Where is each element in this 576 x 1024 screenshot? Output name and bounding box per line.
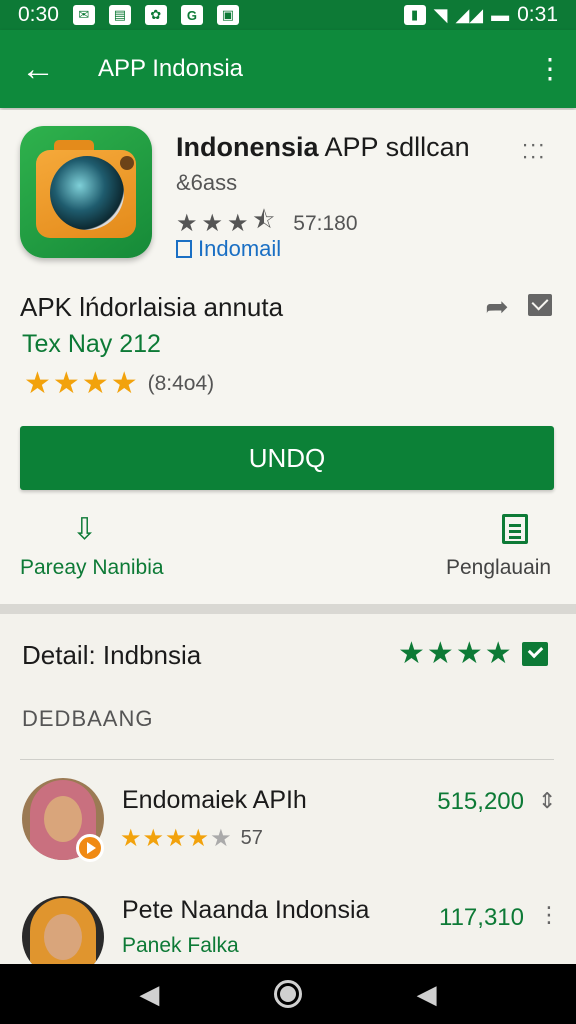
reviewer-rating-count: 57 [240, 827, 263, 849]
document-icon [502, 514, 528, 544]
star-icon: ★ [120, 825, 142, 852]
status-time-right: 0:31 [517, 3, 558, 26]
star-rating: ★ ★ ★ ★ (8:4o4) [24, 366, 214, 401]
star-icon: ★ [484, 637, 512, 670]
wallet-icon: ▤ [108, 5, 131, 25]
developer-name: Indomail [198, 236, 282, 261]
battery-save-icon: ▮ [403, 5, 426, 25]
star-icon: ★ [187, 825, 210, 852]
star-icon: ★ [426, 637, 454, 670]
home-nav-button[interactable] [268, 974, 308, 1014]
list-item[interactable]: Endomaiek APIh ★ ★ ★ ★ ★ 57 515,200 ⇕ [0, 778, 576, 878]
star-icon: ★ [227, 210, 249, 237]
star-icon: ★ [455, 637, 483, 670]
star-icon: ★ [142, 825, 165, 852]
star-icon: ★ [165, 825, 187, 852]
more-vert-icon[interactable]: ⋮ [538, 902, 560, 928]
stars-count: (8:4o4) [147, 371, 215, 395]
app-bar: ← APP Indonsia ⋮ [0, 30, 576, 108]
star-icon: ★ [110, 367, 138, 400]
play-badge-icon [76, 834, 104, 862]
app-subtitle: &6ass [176, 170, 238, 195]
more-vert-icon[interactable]: ⋮ [536, 55, 564, 83]
install-button[interactable]: UNDQ [20, 426, 554, 490]
action-left-label: Pareay Nanibia [20, 556, 164, 579]
app-title-bold: Indonensia [176, 132, 319, 162]
signal-icon: ◢◢ [455, 4, 484, 25]
g-icon: G [180, 5, 203, 25]
share-icon[interactable]: ➦ [482, 292, 512, 322]
app-title: Indonensia APP sdllcan [176, 132, 470, 163]
star-icon: ★ [398, 637, 425, 670]
details-section: Detail: Indbnsia ★ ★ ★ ★ DEDBAANG Endoma… [0, 614, 576, 978]
divider [20, 759, 554, 760]
mail-icon: ✉ [72, 5, 95, 25]
reviewer-name: Endomaiek APIh [122, 786, 307, 814]
avatar-face [44, 914, 82, 960]
rating-count: 57:180 [293, 211, 358, 235]
navigation-bar: ◀ ◀ [0, 964, 576, 1024]
star-icon: ★ [24, 367, 51, 400]
battery-icon: ▬ [491, 4, 510, 25]
gear-icon: ✿ [144, 5, 167, 25]
status-bar: 0:30 ✉ ▤ ✿ G ▣ ▮ ◥ ◢◢ ▬ 0:31 [0, 0, 576, 30]
section-label: DEDBAANG [22, 706, 154, 731]
star-icon: ★ [81, 367, 109, 400]
star-icon: ★ [52, 367, 80, 400]
reviewer-value: 117,310 [439, 904, 524, 931]
back-nav-icon[interactable]: ◀ [129, 974, 169, 1014]
camera-flash [120, 156, 134, 170]
detail-title: Detail: Indbnsia [22, 640, 202, 670]
apk-title: APK lńdorlaisia annuta [20, 292, 284, 322]
app-bar-title: APP Indonsia [98, 55, 243, 82]
check-box-icon[interactable] [521, 641, 548, 666]
section-divider [0, 604, 576, 614]
status-time-left: 0:30 [18, 3, 59, 26]
arrow-back-icon[interactable]: ← [8, 30, 68, 108]
reviewer-value: 515,200 [437, 788, 524, 815]
star-icon: ★ [201, 210, 224, 237]
camera-lens [50, 156, 124, 230]
camera-app-icon [20, 126, 152, 258]
recents-nav-icon[interactable]: ◀ [407, 974, 447, 1014]
reviewer-subtitle: Panek Falka [122, 934, 239, 957]
action-right[interactable]: Penglauain [440, 512, 560, 588]
star-icon: ★ [176, 210, 198, 237]
developer-link[interactable]: Indomail [176, 236, 281, 262]
tex-line: Tex Nay 212 [22, 330, 161, 358]
home-nav-icon [273, 980, 302, 1008]
status-right: ▮ ◥ ◢◢ ▬ 0:31 [403, 3, 558, 27]
reviewer-name: Pete Naanda Indonsia [122, 896, 370, 924]
bag-icon: ▣ [216, 5, 239, 25]
sort-icon[interactable]: ⇕ [538, 788, 556, 814]
checkbox-icon [176, 240, 192, 258]
status-left: 0:30 ✉ ▤ ✿ G ▣ [18, 3, 239, 27]
reviewer-stars: ★ ★ ★ ★ ★ 57 [120, 824, 263, 853]
action-left[interactable]: ⇩ Pareay Nanibia [20, 512, 220, 588]
action-right-label: Penglauain [446, 556, 552, 579]
app-title-rest: APP sdllcan [318, 132, 470, 162]
download-icon: ⇩ [72, 513, 98, 546]
avatar-face [44, 796, 82, 842]
star-empty-icon: ★ [210, 825, 232, 852]
wifi-icon: ◥ [433, 4, 448, 25]
detail-stars: ★ ★ ★ ★ [398, 636, 548, 671]
more-grid-icon[interactable]: ∙∙∙ ∙∙∙ [522, 133, 558, 167]
check-mail-icon[interactable] [528, 294, 552, 316]
